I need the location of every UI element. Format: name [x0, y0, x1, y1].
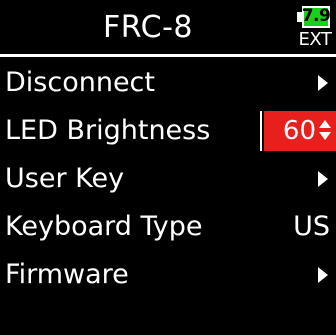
menu-item-label: LED Brightness	[5, 115, 211, 146]
keyboard-type-value: US	[293, 211, 330, 242]
menu-item-led-brightness[interactable]: LED Brightness 60	[0, 107, 336, 155]
menu-item-label: Keyboard Type	[5, 211, 203, 242]
menu-item-label: Disconnect	[5, 67, 155, 98]
chevron-right-icon	[318, 171, 328, 187]
up-down-arrows-icon	[318, 118, 332, 144]
menu-item-user-key[interactable]: User Key	[0, 155, 336, 203]
chevron-right-icon	[318, 267, 328, 283]
battery-indicator: 7.9 EXT	[297, 2, 333, 52]
menu-item-label: User Key	[5, 163, 125, 194]
power-source-label: EXT	[298, 29, 332, 50]
chevron-right-icon	[318, 75, 328, 91]
page-title: FRC-8	[103, 10, 193, 45]
led-brightness-value: 60	[282, 116, 316, 146]
frc8-settings-screen: FRC-8 7.9 EXT Disconnect LED Brightness …	[0, 0, 336, 335]
led-brightness-value-selector[interactable]: 60	[264, 111, 336, 151]
menu-item-firmware[interactable]: Firmware	[0, 251, 336, 299]
battery-level: 7.9	[301, 6, 331, 26]
header-divider	[0, 54, 336, 57]
value-separator	[260, 111, 262, 151]
menu-item-label: Firmware	[5, 259, 129, 290]
header: FRC-8 7.9 EXT	[0, 0, 336, 56]
menu-item-keyboard-type[interactable]: Keyboard Type US	[0, 203, 336, 251]
menu-item-disconnect[interactable]: Disconnect	[0, 59, 336, 107]
